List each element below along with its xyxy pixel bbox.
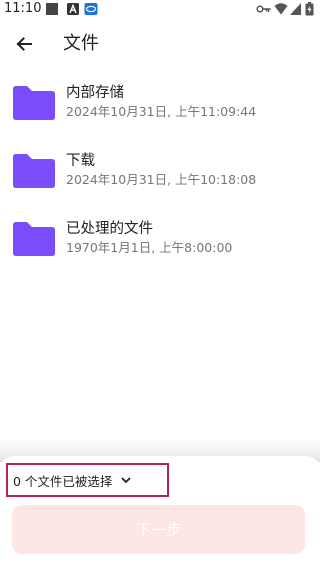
next-button[interactable]: 下一步 — [12, 505, 305, 554]
folder-name: 下载 — [66, 153, 95, 169]
app-360-icon — [84, 3, 98, 15]
folder-list: 内部存储 2024年10月31日, 上午11:09:44 下载 2024年10月… — [0, 74, 320, 278]
folder-date: 1970年1月1日, 上午8:00:00 — [66, 240, 233, 255]
wifi-icon — [274, 3, 288, 15]
status-bar: 11:10 — [0, 0, 320, 18]
folder-name: 内部存储 — [66, 85, 124, 101]
folder-icon — [13, 86, 55, 120]
status-time: 11:10 — [4, 1, 42, 16]
folder-name: 已处理的文件 — [66, 221, 153, 237]
toolbar: 文件 — [0, 24, 320, 64]
selection-count-label: 0 个文件已被选择 — [13, 473, 113, 489]
page-title: 文件 — [63, 33, 99, 54]
key-icon — [256, 5, 271, 13]
app-a-icon — [67, 3, 79, 15]
selection-count-toggle[interactable]: 0 个文件已被选择 — [6, 463, 169, 497]
signal-icon — [290, 3, 301, 15]
folder-item-downloads[interactable]: 下载 2024年10月31日, 上午10:18:08 — [0, 142, 320, 210]
file-picker-screen: 11:10 文件 内部存储 2024年10月31日, 上午11:09:44 下载… — [0, 0, 320, 568]
folder-date: 2024年10月31日, 上午11:09:44 — [66, 104, 257, 119]
folder-date: 2024年10月31日, 上午10:18:08 — [66, 172, 257, 187]
bottom-sheet: 0 个文件已被选择 下一步 — [0, 456, 320, 568]
folder-icon — [13, 154, 55, 188]
folder-item-processed-files[interactable]: 已处理的文件 1970年1月1日, 上午8:00:00 — [0, 210, 320, 278]
arrow-left-icon — [16, 37, 32, 51]
folder-item-internal-storage[interactable]: 内部存储 2024年10月31日, 上午11:09:44 — [0, 74, 320, 142]
stop-square-icon — [46, 3, 58, 15]
folder-icon — [13, 222, 55, 256]
battery-icon — [305, 2, 314, 16]
chevron-down-icon — [121, 477, 132, 484]
back-button[interactable] — [10, 30, 38, 58]
